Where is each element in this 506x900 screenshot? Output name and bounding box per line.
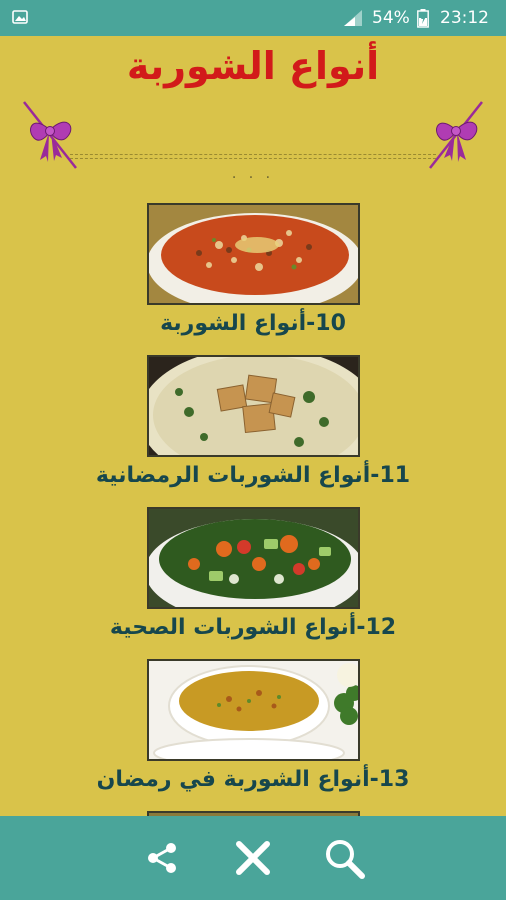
page-title: أنواع الشوربة <box>126 44 380 88</box>
close-icon[interactable] <box>231 836 275 880</box>
lentil-soup-bowl-image[interactable] <box>147 659 360 761</box>
list-item[interactable] <box>0 778 506 816</box>
list-item[interactable]: 10-أنواع الشوربة <box>0 170 506 336</box>
cream-soup-with-croutons-image[interactable] <box>147 355 360 457</box>
soup-list[interactable]: · · · 10-أنواع الشوربة 11-أنواع الشوربات… <box>0 170 506 816</box>
app-header: أنواع الشوربة <box>0 36 506 186</box>
list-item[interactable]: 11-أنواع الشوربات الرمضانية <box>0 322 506 488</box>
share-icon[interactable] <box>141 836 185 880</box>
minestrone-soup-bowl-image[interactable] <box>147 203 360 305</box>
battery-percent: 54% <box>372 8 410 28</box>
header-divider <box>70 154 436 162</box>
list-item[interactable]: 12-أنواع الشوربات الصحية <box>0 474 506 640</box>
signal-icon <box>344 10 362 26</box>
bottom-toolbar <box>0 816 506 900</box>
search-icon[interactable] <box>322 836 366 880</box>
status-bar: 54% 23:12 <box>0 0 506 36</box>
clock: 23:12 <box>440 8 489 28</box>
battery-icon <box>417 9 429 28</box>
vegetable-soup-bowl-image[interactable] <box>147 507 360 609</box>
list-item[interactable]: 13-أنواع الشوربة في رمضان <box>0 626 506 792</box>
ribbon-bow-icon <box>429 101 483 169</box>
gallery-notification-icon <box>12 10 28 24</box>
